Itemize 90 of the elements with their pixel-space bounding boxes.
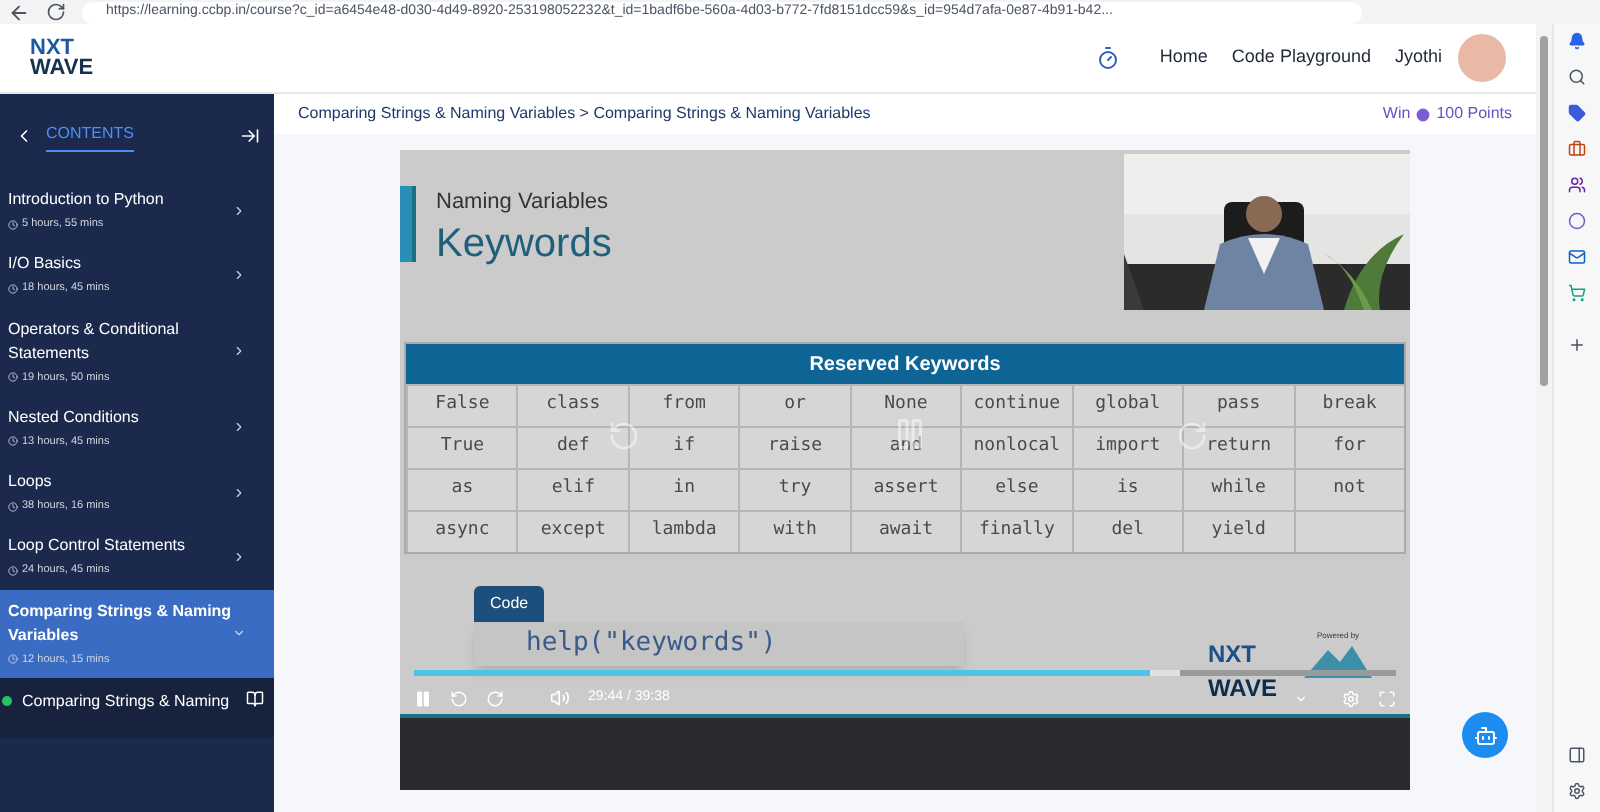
- refresh-icon[interactable]: [46, 2, 66, 22]
- chevron-icon: [232, 420, 246, 435]
- clock-icon: [8, 219, 18, 230]
- table-cell: global: [1071, 384, 1183, 426]
- code-block: help("keywords"): [474, 622, 964, 666]
- module-title: Comparing Strings & Naming Variables: [8, 599, 232, 647]
- table-cell: and: [849, 426, 961, 468]
- bell-icon[interactable]: [1568, 32, 1586, 50]
- table-cell: async: [406, 510, 517, 552]
- book-icon[interactable]: [246, 689, 264, 708]
- collapse-icon[interactable]: [240, 126, 260, 146]
- chevron-icon: [232, 344, 246, 359]
- user-name: Jyothi: [1394, 44, 1442, 71]
- table-cell: raise: [738, 426, 850, 468]
- clock-icon: [8, 372, 18, 383]
- table-cell: break: [1293, 384, 1404, 426]
- table-cell: except: [516, 510, 628, 552]
- slide-subtitle: Naming Variables: [436, 188, 611, 218]
- chevron-icon: [232, 203, 246, 218]
- module-title: Loops: [8, 470, 54, 494]
- table-cell: assert: [849, 468, 961, 510]
- table-cell: if: [627, 426, 739, 468]
- logo: NXT WAVE: [30, 38, 94, 78]
- clock-icon: [8, 436, 18, 447]
- tag-icon[interactable]: [1568, 104, 1586, 122]
- module-title: Introduction to Python: [8, 188, 166, 212]
- table-cell: try: [738, 468, 850, 510]
- people-icon[interactable]: [1568, 176, 1586, 194]
- code-label: Code: [474, 586, 545, 622]
- clock-icon: [8, 283, 18, 294]
- table-cell: import: [1071, 426, 1183, 468]
- nav-link[interactable]: Home: [1159, 44, 1208, 72]
- add-icon[interactable]: [1568, 336, 1586, 354]
- chevron-icon: [232, 267, 246, 282]
- brand-logo: NXT WAVE: [1208, 642, 1277, 700]
- scrollbar-thumb[interactable]: [1540, 36, 1548, 386]
- sidebar-icon[interactable]: [1568, 746, 1586, 764]
- module-title: Operators & Conditional Statements: [8, 317, 181, 365]
- breadcrumb: Comparing Strings & Naming Variables > Comparing Strings & Naming Variables: [298, 102, 871, 126]
- table-cell: True: [406, 426, 517, 468]
- slide-title: Keywords: [436, 219, 612, 267]
- table-cell: pass: [1182, 384, 1294, 426]
- module-title: Loop Control Statements: [8, 534, 187, 559]
- table-cell: await: [849, 510, 961, 552]
- table-cell: class: [516, 384, 628, 426]
- table-cell: return: [1182, 426, 1294, 468]
- module-title: I/O Basics: [8, 252, 83, 277]
- back-icon[interactable]: [8, 1, 30, 23]
- chevron-icon: [232, 485, 246, 500]
- robot-icon: [1473, 723, 1497, 747]
- clock-icon: [8, 654, 18, 665]
- module-title: Nested Conditions: [8, 405, 141, 430]
- reward-text: Win: [1382, 102, 1411, 126]
- accent-bar: [400, 186, 416, 262]
- table-header: Reserved Keywords: [406, 344, 1404, 384]
- circle-icon[interactable]: [1568, 212, 1586, 230]
- clock-icon: [8, 565, 18, 576]
- table-cell: else: [960, 468, 1072, 510]
- table-cell: from: [627, 384, 739, 426]
- settings-icon[interactable]: [1568, 782, 1586, 800]
- cart-icon[interactable]: [1568, 284, 1586, 302]
- reward-points: 100 Points: [1436, 102, 1512, 126]
- table-cell: None: [849, 384, 961, 426]
- clock-icon: [8, 501, 18, 512]
- table-cell: with: [738, 510, 850, 552]
- table-cell: yield: [1182, 510, 1294, 552]
- table-cell: or: [738, 384, 850, 426]
- table-cell: is: [1071, 468, 1183, 510]
- table-cell: as: [406, 468, 517, 510]
- table-cell: for: [1293, 426, 1404, 468]
- chevron-icon: [232, 626, 246, 641]
- table-cell: while: [1182, 468, 1294, 510]
- coin-icon: [1416, 107, 1431, 121]
- table-cell: del: [1071, 510, 1183, 552]
- briefcase-icon[interactable]: [1568, 140, 1586, 158]
- chevron-icon: [232, 549, 246, 564]
- table-cell: in: [627, 468, 739, 510]
- table-cell: not: [1293, 468, 1404, 510]
- table-cell: def: [516, 426, 628, 468]
- nav-link[interactable]: Code Playground: [1231, 44, 1371, 72]
- table-cell: lambda: [627, 510, 739, 552]
- mail-icon[interactable]: [1568, 248, 1586, 266]
- table-cell: nonlocal: [960, 426, 1072, 468]
- search-icon[interactable]: [1568, 68, 1586, 86]
- table-cell: elif: [516, 468, 628, 510]
- timer-icon[interactable]: [1095, 46, 1120, 70]
- table-cell: finally: [960, 510, 1072, 552]
- contents-tab[interactable]: CONTENTS: [46, 121, 134, 151]
- table-cell: continue: [960, 384, 1072, 426]
- table-cell: False: [406, 384, 517, 426]
